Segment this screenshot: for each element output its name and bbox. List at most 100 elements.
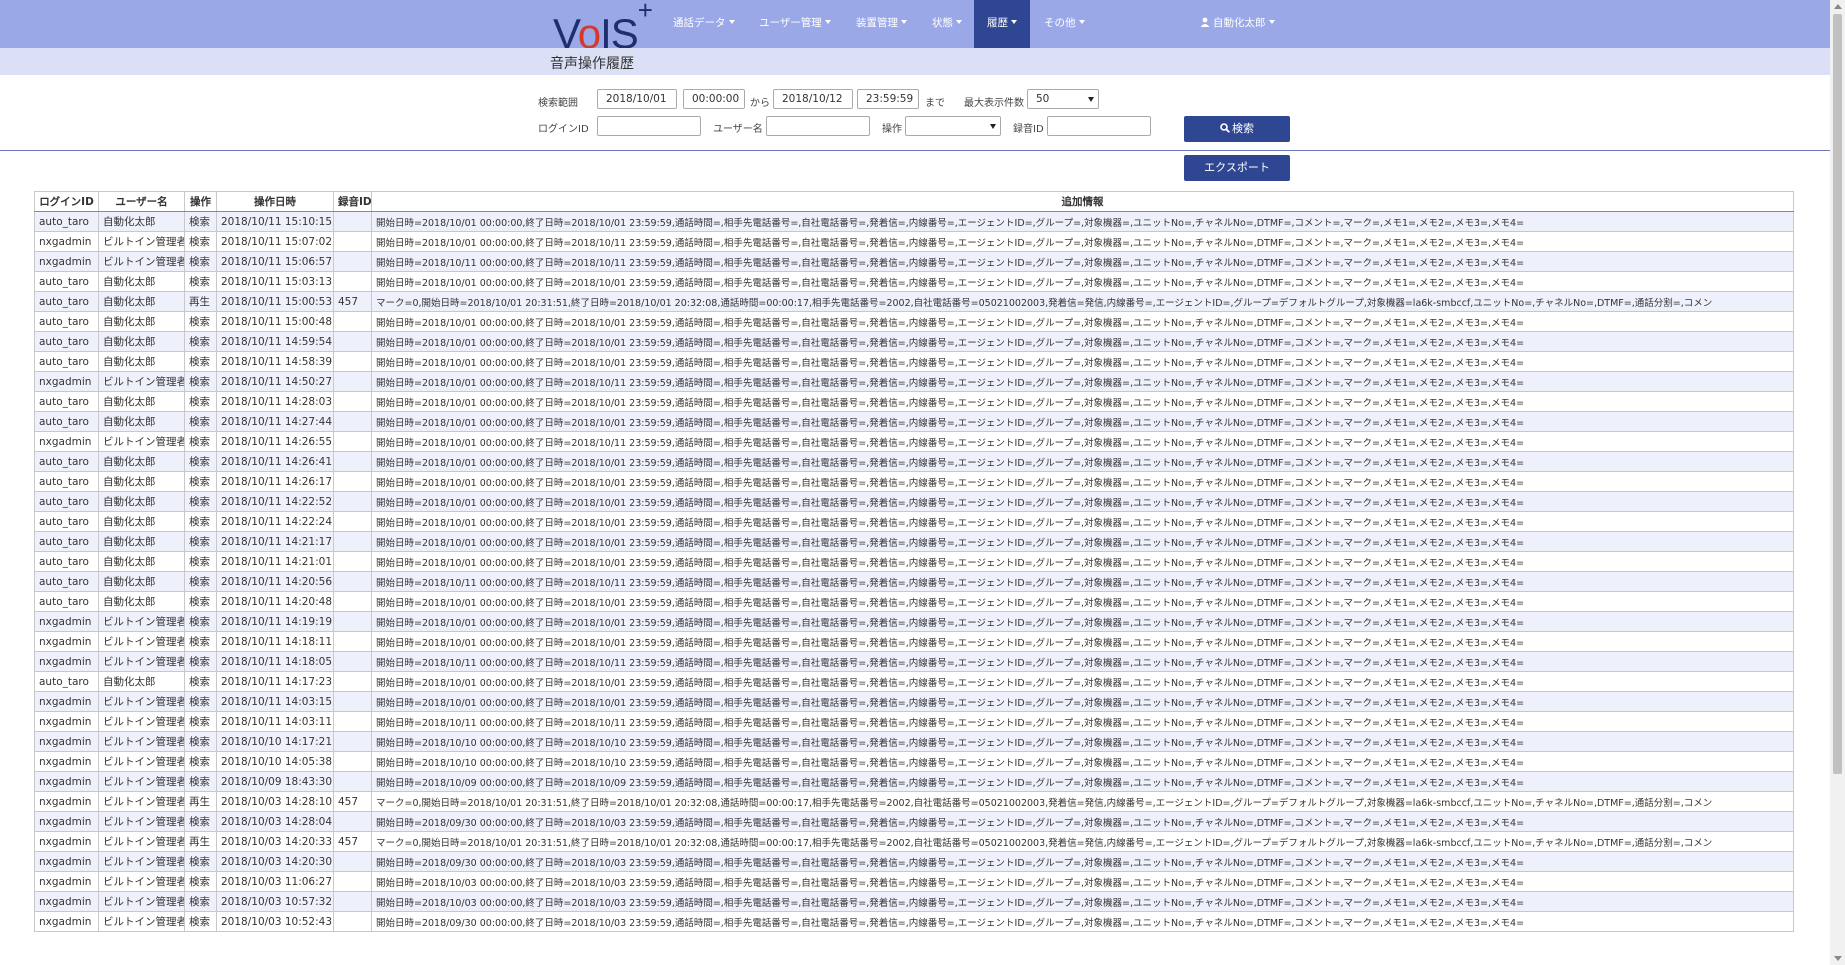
vois-logo[interactable]: VoIS+ bbox=[553, 0, 653, 56]
scroll-up-arrow-icon[interactable] bbox=[1834, 4, 1842, 9]
recording-id-input[interactable] bbox=[1047, 116, 1151, 136]
table-row[interactable]: auto_taro 自動化太郎 検索 2018/10/11 15:00:48 開始日時=… bbox=[34, 311, 1794, 332]
table-row[interactable]: auto_taro 自動化太郎 再生 2018/10/11 15:00:53 457 マー… bbox=[34, 291, 1794, 312]
scrollbar-thumb[interactable] bbox=[1833, 14, 1842, 774]
cell-user-name: ビルトイン管理者 bbox=[98, 251, 185, 272]
export-button[interactable]: エクスポート bbox=[1184, 155, 1290, 181]
nav-menu-status[interactable]: 状態 bbox=[932, 0, 962, 48]
table-row[interactable]: nxgadmin ビルトイン管理者 検索 2018/10/03 14:28:04 開始日… bbox=[34, 811, 1794, 832]
cell-datetime: 2018/10/11 14:59:54 bbox=[216, 331, 334, 352]
table-row[interactable]: auto_taro 自動化太郎 検索 2018/10/11 14:27:44 開始日時=… bbox=[34, 411, 1794, 432]
cell-login-id: auto_taro bbox=[34, 531, 99, 552]
table-row[interactable]: nxgadmin ビルトイン管理者 検索 2018/10/11 15:07:02 開始日… bbox=[34, 231, 1794, 252]
dropdown-arrow-icon bbox=[1088, 97, 1094, 102]
table-row[interactable]: nxgadmin ビルトイン管理者 再生 2018/10/03 14:28:10 457… bbox=[34, 791, 1794, 812]
column-header-login-id[interactable]: ログインID bbox=[34, 191, 99, 212]
cell-operation: 検索 bbox=[184, 571, 217, 592]
table-row[interactable]: auto_taro 自動化太郎 検索 2018/10/11 14:20:56 開始日時=… bbox=[34, 571, 1794, 592]
table-row[interactable]: nxgadmin ビルトイン管理者 検索 2018/10/11 14:18:11 開始日… bbox=[34, 631, 1794, 652]
nav-menu-call-data[interactable]: 通話データ bbox=[673, 0, 735, 48]
nav-menu-device-management[interactable]: 装置管理 bbox=[856, 0, 907, 48]
cell-recording-id bbox=[333, 531, 372, 552]
user-menu[interactable]: 自動化太郎 bbox=[1200, 0, 1275, 48]
cell-recording-id bbox=[333, 451, 372, 472]
table-row[interactable]: auto_taro 自動化太郎 検索 2018/10/11 14:20:48 開始日時=… bbox=[34, 591, 1794, 612]
to-date-input[interactable]: 2018/10/12 bbox=[773, 89, 853, 109]
table-header-row: ログインID ユーザー名 操作 操作日時 録音ID 追加情報 bbox=[34, 191, 1794, 212]
cell-login-id: nxgadmin bbox=[34, 911, 99, 932]
cell-user-name: 自動化太郎 bbox=[98, 591, 185, 612]
cell-additional-info: 開始日時=2018/10/01 00:00:00,終了日時=2018/10/01… bbox=[371, 451, 1794, 472]
operation-select[interactable] bbox=[905, 116, 1001, 136]
login-id-label: ログインID bbox=[538, 124, 589, 135]
cell-operation: 検索 bbox=[184, 271, 217, 292]
to-time-input[interactable]: 23:59:59 bbox=[857, 89, 919, 109]
table-row[interactable]: nxgadmin ビルトイン管理者 検索 2018/10/03 10:57:32 開始日… bbox=[34, 891, 1794, 912]
login-id-input[interactable] bbox=[597, 116, 701, 136]
table-row[interactable]: nxgadmin ビルトイン管理者 検索 2018/10/11 14:19:19 開始日… bbox=[34, 611, 1794, 632]
table-row[interactable]: nxgadmin ビルトイン管理者 検索 2018/10/11 14:50:27 開始日… bbox=[34, 371, 1794, 392]
table-row[interactable]: nxgadmin ビルトイン管理者 検索 2018/10/11 14:03:11 開始日… bbox=[34, 711, 1794, 732]
table-row[interactable]: nxgadmin ビルトイン管理者 検索 2018/10/11 14:18:05 開始日… bbox=[34, 651, 1794, 672]
cell-operation: 検索 bbox=[184, 351, 217, 372]
nav-menu-user-management[interactable]: ユーザー管理 bbox=[759, 0, 831, 48]
table-row[interactable]: auto_taro 自動化太郎 検索 2018/10/11 14:26:17 開始日時=… bbox=[34, 471, 1794, 492]
table-row[interactable]: auto_taro 自動化太郎 検索 2018/10/11 14:21:17 開始日時=… bbox=[34, 531, 1794, 552]
table-row[interactable]: nxgadmin ビルトイン管理者 検索 2018/10/11 14:26:55 開始日… bbox=[34, 431, 1794, 452]
table-row[interactable]: auto_taro 自動化太郎 検索 2018/10/11 15:10:15 開始日時=… bbox=[34, 211, 1794, 232]
table-row[interactable]: auto_taro 自動化太郎 検索 2018/10/11 14:17:23 開始日時=… bbox=[34, 671, 1794, 692]
column-header-datetime[interactable]: 操作日時 bbox=[216, 191, 334, 212]
cell-additional-info: 開始日時=2018/10/01 00:00:00,終了日時=2018/10/01… bbox=[371, 671, 1794, 692]
cell-recording-id bbox=[333, 391, 372, 412]
cell-recording-id bbox=[333, 631, 372, 652]
to-separator: まで bbox=[925, 98, 945, 109]
table-row[interactable]: nxgadmin ビルトイン管理者 検索 2018/10/11 15:06:57 開始日… bbox=[34, 251, 1794, 272]
cell-additional-info: マーク=0,開始日時=2018/10/01 20:31:51,終了日時=2018… bbox=[371, 831, 1794, 852]
cell-user-name: ビルトイン管理者 bbox=[98, 611, 185, 632]
table-row[interactable]: auto_taro 自動化太郎 検索 2018/10/11 14:58:39 開始日時=… bbox=[34, 351, 1794, 372]
table-row[interactable]: auto_taro 自動化太郎 検索 2018/10/11 14:22:52 開始日時=… bbox=[34, 491, 1794, 512]
cell-login-id: nxgadmin bbox=[34, 231, 99, 252]
column-header-operation[interactable]: 操作 bbox=[184, 191, 217, 212]
cell-login-id: auto_taro bbox=[34, 511, 99, 532]
table-row[interactable]: auto_taro 自動化太郎 検索 2018/10/11 14:28:03 開始日時=… bbox=[34, 391, 1794, 412]
table-row[interactable]: nxgadmin ビルトイン管理者 検索 2018/10/03 14:20:30 開始日… bbox=[34, 851, 1794, 872]
column-header-additional-info[interactable]: 追加情報 bbox=[371, 191, 1794, 212]
table-row[interactable]: nxgadmin ビルトイン管理者 検索 2018/10/10 14:17:21 開始日… bbox=[34, 731, 1794, 752]
table-row[interactable]: auto_taro 自動化太郎 検索 2018/10/11 15:03:13 開始日時=… bbox=[34, 271, 1794, 292]
table-row[interactable]: nxgadmin ビルトイン管理者 検索 2018/10/09 18:43:30 開始日… bbox=[34, 771, 1794, 792]
page-title: 音声操作履歴 bbox=[550, 56, 634, 72]
from-date-input[interactable]: 2018/10/01 bbox=[597, 89, 677, 109]
user-name-input[interactable] bbox=[766, 116, 870, 136]
search-button[interactable]: 検索 bbox=[1184, 116, 1290, 142]
cell-login-id: nxgadmin bbox=[34, 631, 99, 652]
table-row[interactable]: nxgadmin ビルトイン管理者 検索 2018/10/03 11:06:27 開始日… bbox=[34, 871, 1794, 892]
nav-menu-history[interactable]: 履歴 bbox=[974, 0, 1030, 48]
from-time-input[interactable]: 00:00:00 bbox=[683, 89, 745, 109]
cell-additional-info: 開始日時=2018/09/30 00:00:00,終了日時=2018/10/03… bbox=[371, 911, 1794, 932]
scroll-down-arrow-icon[interactable] bbox=[1834, 956, 1842, 961]
vertical-scrollbar[interactable] bbox=[1830, 0, 1845, 965]
nav-menu-other[interactable]: その他 bbox=[1044, 0, 1085, 48]
cell-user-name: ビルトイン管理者 bbox=[98, 871, 185, 892]
cell-login-id: nxgadmin bbox=[34, 891, 99, 912]
table-row[interactable]: auto_taro 自動化太郎 検索 2018/10/11 14:26:41 開始日時=… bbox=[34, 451, 1794, 472]
cell-user-name: ビルトイン管理者 bbox=[98, 831, 185, 852]
cell-user-name: 自動化太郎 bbox=[98, 511, 185, 532]
table-row[interactable]: nxgadmin ビルトイン管理者 検索 2018/10/03 10:52:43 開始日… bbox=[34, 911, 1794, 932]
column-header-user-name[interactable]: ユーザー名 bbox=[98, 191, 185, 212]
cell-user-name: ビルトイン管理者 bbox=[98, 811, 185, 832]
cell-operation: 検索 bbox=[184, 551, 217, 572]
table-row[interactable]: nxgadmin ビルトイン管理者 検索 2018/10/11 14:03:15 開始日… bbox=[34, 691, 1794, 712]
max-count-select[interactable]: 50 bbox=[1027, 89, 1099, 109]
table-row[interactable]: auto_taro 自動化太郎 検索 2018/10/11 14:22:24 開始日時=… bbox=[34, 511, 1794, 532]
table-row[interactable]: nxgadmin ビルトイン管理者 検索 2018/10/10 14:05:38 開始日… bbox=[34, 751, 1794, 772]
cell-recording-id bbox=[333, 911, 372, 932]
table-row[interactable]: nxgadmin ビルトイン管理者 再生 2018/10/03 14:20:33 457… bbox=[34, 831, 1794, 852]
table-row[interactable]: auto_taro 自動化太郎 検索 2018/10/11 14:59:54 開始日時=… bbox=[34, 331, 1794, 352]
cell-datetime: 2018/10/11 14:28:03 bbox=[216, 391, 334, 412]
column-header-recording-id[interactable]: 録音ID bbox=[333, 191, 372, 212]
cell-user-name: ビルトイン管理者 bbox=[98, 731, 185, 752]
table-row[interactable]: auto_taro 自動化太郎 検索 2018/10/11 14:21:01 開始日時=… bbox=[34, 551, 1794, 572]
cell-recording-id bbox=[333, 751, 372, 772]
